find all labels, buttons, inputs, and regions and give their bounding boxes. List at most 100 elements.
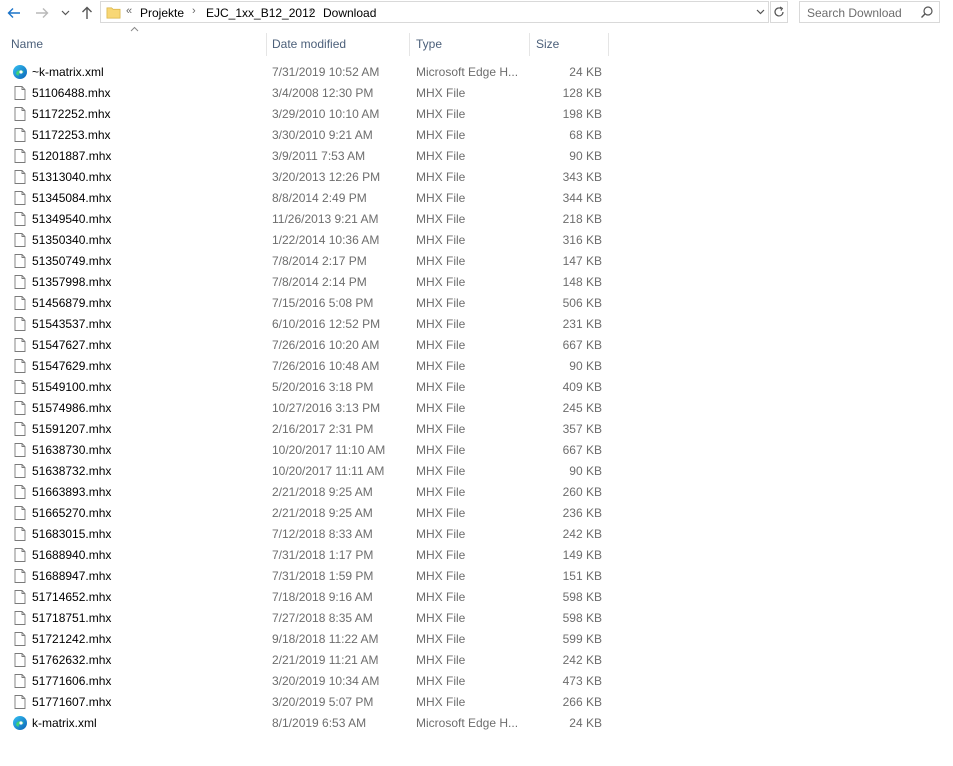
column-divider[interactable] <box>529 33 530 56</box>
file-name: 51547627.mhx <box>32 338 112 352</box>
file-type: MHX File <box>416 107 466 121</box>
file-icon <box>12 694 28 710</box>
file-type: MHX File <box>416 569 466 583</box>
file-row[interactable]: 51688940.mhx 7/31/2018 1:17 PM MHX File … <box>0 545 620 566</box>
file-date-modified: 3/4/2008 12:30 PM <box>272 86 374 100</box>
file-row[interactable]: k-matrix.xml 8/1/2019 6:53 AM Microsoft … <box>0 713 620 734</box>
file-size: 344 KB <box>562 191 602 205</box>
file-icon <box>12 421 28 437</box>
file-date-modified: 8/1/2019 6:53 AM <box>272 716 367 730</box>
refresh-button[interactable] <box>770 1 788 23</box>
file-size: 24 KB <box>569 716 602 730</box>
search-icon[interactable] <box>920 5 934 19</box>
file-name: 51172253.mhx <box>32 128 111 142</box>
file-row[interactable]: 51456879.mhx 7/15/2016 5:08 PM MHX File … <box>0 293 620 314</box>
file-row[interactable]: 51549100.mhx 5/20/2016 3:18 PM MHX File … <box>0 377 620 398</box>
file-row[interactable]: 51688947.mhx 7/31/2018 1:59 PM MHX File … <box>0 566 620 587</box>
column-header-name[interactable]: Name <box>11 33 261 55</box>
file-row[interactable]: 51172252.mhx 3/29/2010 10:10 AM MHX File… <box>0 104 620 125</box>
file-row[interactable]: 51574986.mhx 10/27/2016 3:13 PM MHX File… <box>0 398 620 419</box>
file-row[interactable]: 51350749.mhx 7/8/2014 2:17 PM MHX File 1… <box>0 251 620 272</box>
back-button[interactable] <box>5 4 23 22</box>
file-name: 51718751.mhx <box>32 611 112 625</box>
column-divider[interactable] <box>266 33 267 56</box>
file-row[interactable]: 51357998.mhx 7/8/2014 2:14 PM MHX File 1… <box>0 272 620 293</box>
file-icon <box>12 610 28 626</box>
arrow-right-icon <box>36 8 49 18</box>
file-icon <box>12 127 28 143</box>
file-row[interactable]: 51721242.mhx 9/18/2018 11:22 AM MHX File… <box>0 629 620 650</box>
forward-button[interactable] <box>33 4 51 22</box>
file-size: 266 KB <box>562 695 602 709</box>
file-row[interactable]: ~k-matrix.xml 7/31/2019 10:52 AM Microso… <box>0 62 620 83</box>
file-date-modified: 10/20/2017 11:10 AM <box>272 443 386 457</box>
breadcrumb-ejc[interactable]: EJC_1xx_B12_2012 <box>206 6 315 20</box>
file-date-modified: 3/30/2010 9:21 AM <box>272 128 373 142</box>
file-date-modified: 2/21/2018 9:25 AM <box>272 506 373 520</box>
address-history-button[interactable] <box>753 4 767 20</box>
file-size: 236 KB <box>562 506 602 520</box>
breadcrumb-projekte[interactable]: Projekte <box>140 6 184 20</box>
file-icon <box>12 169 28 185</box>
file-icon <box>12 547 28 563</box>
file-row[interactable]: 51313040.mhx 3/20/2013 12:26 PM MHX File… <box>0 167 620 188</box>
file-row[interactable]: 51771606.mhx 3/20/2019 10:34 AM MHX File… <box>0 671 620 692</box>
file-row[interactable]: 51762632.mhx 2/21/2019 11:21 AM MHX File… <box>0 650 620 671</box>
column-divider[interactable] <box>608 33 609 56</box>
file-icon <box>12 631 28 647</box>
file-type: MHX File <box>416 443 466 457</box>
breadcrumb-download[interactable]: Download <box>323 6 376 20</box>
file-row[interactable]: 51345084.mhx 8/8/2014 2:49 PM MHX File 3… <box>0 188 620 209</box>
breadcrumb-separator[interactable]: › <box>309 5 313 17</box>
edge-icon <box>12 64 28 80</box>
address-bar[interactable]: « Projekte › EJC_1xx_B12_2012 › Download <box>100 1 769 23</box>
file-row[interactable]: 51543537.mhx 6/10/2016 12:52 PM MHX File… <box>0 314 620 335</box>
file-icon <box>12 568 28 584</box>
file-row[interactable]: 51665270.mhx 2/21/2018 9:25 AM MHX File … <box>0 503 620 524</box>
up-button[interactable] <box>78 4 96 22</box>
file-row[interactable]: 51683015.mhx 7/12/2018 8:33 AM MHX File … <box>0 524 620 545</box>
file-type: MHX File <box>416 653 466 667</box>
file-size: 149 KB <box>562 548 602 562</box>
file-icon <box>12 379 28 395</box>
file-row[interactable]: 51547627.mhx 7/26/2016 10:20 AM MHX File… <box>0 335 620 356</box>
file-name: 51683015.mhx <box>32 527 112 541</box>
file-date-modified: 7/18/2018 9:16 AM <box>272 590 373 604</box>
search-box[interactable] <box>799 1 940 23</box>
file-row[interactable]: 51201887.mhx 3/9/2011 7:53 AM MHX File 9… <box>0 146 620 167</box>
file-row[interactable]: 51106488.mhx 3/4/2008 12:30 PM MHX File … <box>0 83 620 104</box>
file-size: 90 KB <box>569 464 602 478</box>
file-row[interactable]: 51350340.mhx 1/22/2014 10:36 AM MHX File… <box>0 230 620 251</box>
file-icon <box>12 526 28 542</box>
breadcrumb-separator[interactable]: › <box>192 5 196 17</box>
file-row[interactable]: 51638730.mhx 10/20/2017 11:10 AM MHX Fil… <box>0 440 620 461</box>
file-name: 51665270.mhx <box>32 506 112 520</box>
file-row[interactable]: 51349540.mhx 11/26/2013 9:21 AM MHX File… <box>0 209 620 230</box>
file-row[interactable]: 51771607.mhx 3/20/2019 5:07 PM MHX File … <box>0 692 620 713</box>
file-row[interactable]: 51718751.mhx 7/27/2018 8:35 AM MHX File … <box>0 608 620 629</box>
file-type: MHX File <box>416 401 466 415</box>
file-name: k-matrix.xml <box>32 716 97 730</box>
file-row[interactable]: 51663893.mhx 2/21/2018 9:25 AM MHX File … <box>0 482 620 503</box>
recent-locations-button[interactable] <box>58 4 72 22</box>
column-header-type[interactable]: Type <box>416 33 526 55</box>
column-divider[interactable] <box>409 33 410 56</box>
breadcrumb-overflow[interactable]: « <box>126 5 132 17</box>
file-size: 357 KB <box>562 422 602 436</box>
file-date-modified: 11/26/2013 9:21 AM <box>272 212 379 226</box>
file-icon <box>12 253 28 269</box>
file-row[interactable]: 51714652.mhx 7/18/2018 9:16 AM MHX File … <box>0 587 620 608</box>
file-type: Microsoft Edge H... <box>416 65 519 79</box>
file-size: 218 KB <box>562 212 602 226</box>
file-row[interactable]: 51172253.mhx 3/30/2010 9:21 AM MHX File … <box>0 125 620 146</box>
search-input[interactable] <box>807 6 919 20</box>
file-row[interactable]: 51638732.mhx 10/20/2017 11:11 AM MHX Fil… <box>0 461 620 482</box>
column-header-date-modified[interactable]: Date modified <box>272 33 404 55</box>
file-name: 51591207.mhx <box>32 422 112 436</box>
file-size: 260 KB <box>562 485 602 499</box>
file-type: MHX File <box>416 191 466 205</box>
column-header-size[interactable]: Size <box>536 33 606 55</box>
file-row[interactable]: 51547629.mhx 7/26/2016 10:48 AM MHX File… <box>0 356 620 377</box>
file-icon <box>12 652 28 668</box>
file-row[interactable]: 51591207.mhx 2/16/2017 2:31 PM MHX File … <box>0 419 620 440</box>
